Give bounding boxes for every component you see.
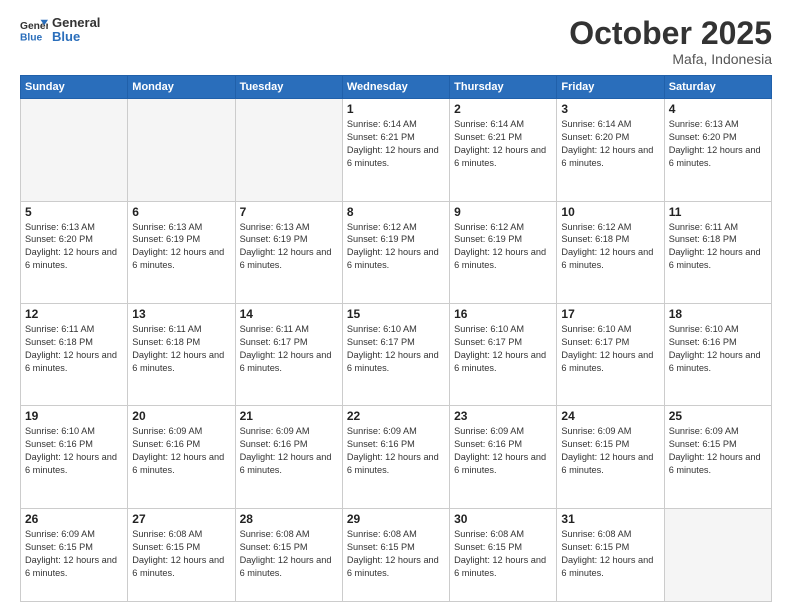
table-row: 10Sunrise: 6:12 AMSunset: 6:18 PMDayligh… bbox=[557, 201, 664, 303]
table-row: 4Sunrise: 6:13 AMSunset: 6:20 PMDaylight… bbox=[664, 99, 771, 201]
table-row: 23Sunrise: 6:09 AMSunset: 6:16 PMDayligh… bbox=[450, 406, 557, 508]
table-row: 5Sunrise: 6:13 AMSunset: 6:20 PMDaylight… bbox=[21, 201, 128, 303]
table-row: 14Sunrise: 6:11 AMSunset: 6:17 PMDayligh… bbox=[235, 304, 342, 406]
table-row: 2Sunrise: 6:14 AMSunset: 6:21 PMDaylight… bbox=[450, 99, 557, 201]
table-row: 15Sunrise: 6:10 AMSunset: 6:17 PMDayligh… bbox=[342, 304, 449, 406]
location: Mafa, Indonesia bbox=[569, 51, 772, 67]
table-row: 27Sunrise: 6:08 AMSunset: 6:15 PMDayligh… bbox=[128, 508, 235, 601]
logo-blue: Blue bbox=[52, 30, 100, 44]
title-block: October 2025 Mafa, Indonesia bbox=[569, 16, 772, 67]
table-row bbox=[21, 99, 128, 201]
table-row: 19Sunrise: 6:10 AMSunset: 6:16 PMDayligh… bbox=[21, 406, 128, 508]
page: General Blue General Blue October 2025 M… bbox=[0, 0, 792, 612]
table-row: 9Sunrise: 6:12 AMSunset: 6:19 PMDaylight… bbox=[450, 201, 557, 303]
header: General Blue General Blue October 2025 M… bbox=[20, 16, 772, 67]
logo: General Blue General Blue bbox=[20, 16, 100, 45]
table-row: 1Sunrise: 6:14 AMSunset: 6:21 PMDaylight… bbox=[342, 99, 449, 201]
table-row: 25Sunrise: 6:09 AMSunset: 6:15 PMDayligh… bbox=[664, 406, 771, 508]
table-row: 31Sunrise: 6:08 AMSunset: 6:15 PMDayligh… bbox=[557, 508, 664, 601]
header-monday: Monday bbox=[128, 76, 235, 99]
table-row: 17Sunrise: 6:10 AMSunset: 6:17 PMDayligh… bbox=[557, 304, 664, 406]
header-sunday: Sunday bbox=[21, 76, 128, 99]
header-tuesday: Tuesday bbox=[235, 76, 342, 99]
table-row: 7Sunrise: 6:13 AMSunset: 6:19 PMDaylight… bbox=[235, 201, 342, 303]
table-row: 3Sunrise: 6:14 AMSunset: 6:20 PMDaylight… bbox=[557, 99, 664, 201]
table-row bbox=[235, 99, 342, 201]
month-title: October 2025 bbox=[569, 16, 772, 51]
table-row: 11Sunrise: 6:11 AMSunset: 6:18 PMDayligh… bbox=[664, 201, 771, 303]
table-row: 18Sunrise: 6:10 AMSunset: 6:16 PMDayligh… bbox=[664, 304, 771, 406]
header-thursday: Thursday bbox=[450, 76, 557, 99]
calendar-header-row: Sunday Monday Tuesday Wednesday Thursday… bbox=[21, 76, 772, 99]
table-row: 29Sunrise: 6:08 AMSunset: 6:15 PMDayligh… bbox=[342, 508, 449, 601]
table-row: 24Sunrise: 6:09 AMSunset: 6:15 PMDayligh… bbox=[557, 406, 664, 508]
logo-icon: General Blue bbox=[20, 16, 48, 44]
table-row: 26Sunrise: 6:09 AMSunset: 6:15 PMDayligh… bbox=[21, 508, 128, 601]
logo-general: General bbox=[52, 16, 100, 30]
table-row: 30Sunrise: 6:08 AMSunset: 6:15 PMDayligh… bbox=[450, 508, 557, 601]
table-row: 28Sunrise: 6:08 AMSunset: 6:15 PMDayligh… bbox=[235, 508, 342, 601]
table-row: 16Sunrise: 6:10 AMSunset: 6:17 PMDayligh… bbox=[450, 304, 557, 406]
table-row: 13Sunrise: 6:11 AMSunset: 6:18 PMDayligh… bbox=[128, 304, 235, 406]
table-row: 6Sunrise: 6:13 AMSunset: 6:19 PMDaylight… bbox=[128, 201, 235, 303]
calendar-table: Sunday Monday Tuesday Wednesday Thursday… bbox=[20, 75, 772, 602]
header-wednesday: Wednesday bbox=[342, 76, 449, 99]
table-row: 22Sunrise: 6:09 AMSunset: 6:16 PMDayligh… bbox=[342, 406, 449, 508]
header-saturday: Saturday bbox=[664, 76, 771, 99]
table-row: 12Sunrise: 6:11 AMSunset: 6:18 PMDayligh… bbox=[21, 304, 128, 406]
svg-text:Blue: Blue bbox=[20, 33, 43, 44]
table-row bbox=[128, 99, 235, 201]
table-row: 21Sunrise: 6:09 AMSunset: 6:16 PMDayligh… bbox=[235, 406, 342, 508]
table-row: 8Sunrise: 6:12 AMSunset: 6:19 PMDaylight… bbox=[342, 201, 449, 303]
table-row bbox=[664, 508, 771, 601]
header-friday: Friday bbox=[557, 76, 664, 99]
table-row: 20Sunrise: 6:09 AMSunset: 6:16 PMDayligh… bbox=[128, 406, 235, 508]
